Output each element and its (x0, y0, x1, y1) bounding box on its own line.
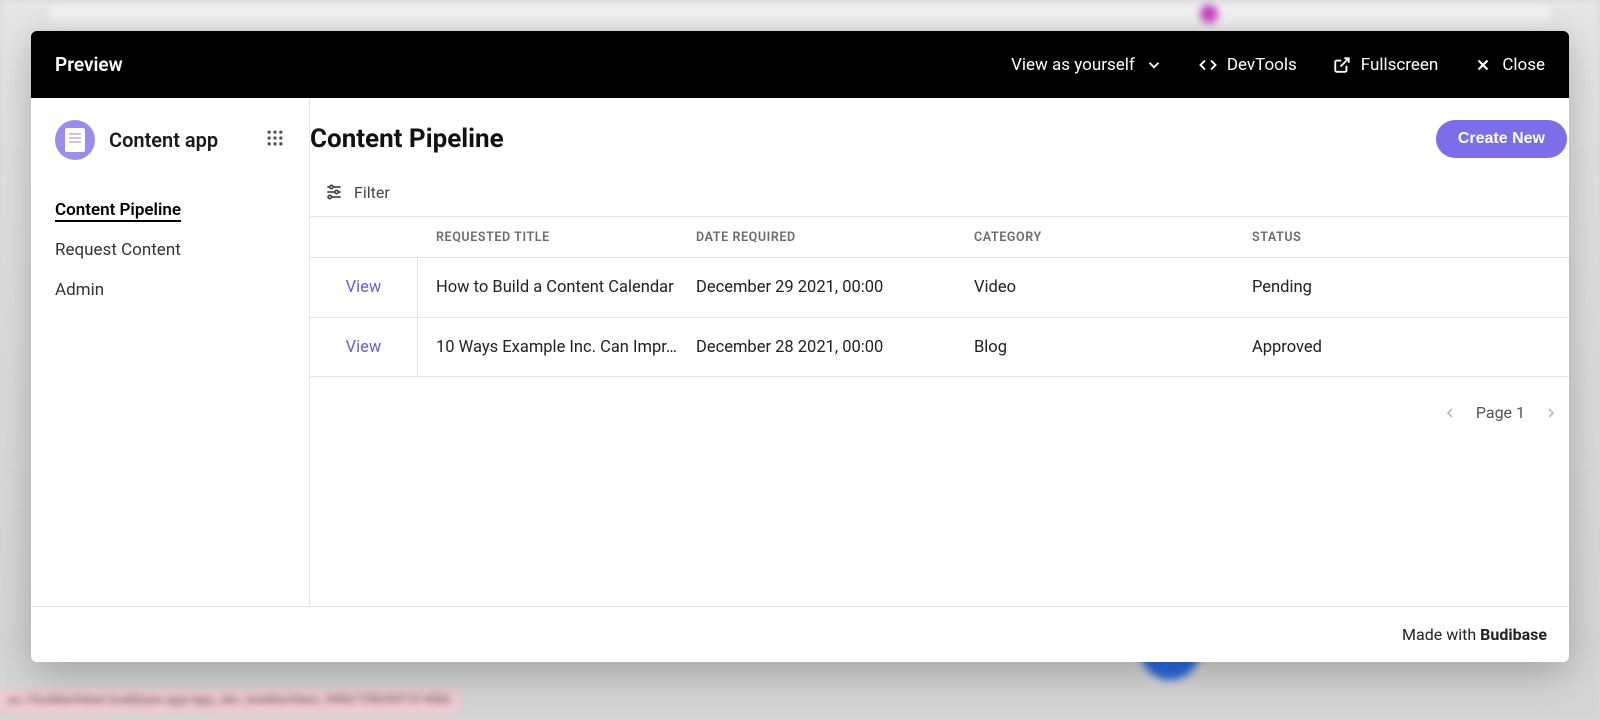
close-label: Close (1502, 55, 1545, 75)
filter-button[interactable]: Filter (310, 172, 1569, 216)
view-link[interactable]: View (346, 278, 382, 297)
devtools-button[interactable]: DevTools (1199, 55, 1297, 75)
cell-category: Video (974, 278, 1252, 297)
col-header-date: DATE REQUIRED (696, 230, 974, 245)
cell-status: Approved (1252, 338, 1569, 357)
sidebar: Content app Content Pipeline Request Con… (31, 98, 310, 606)
app-icon (55, 120, 95, 160)
sidebar-item-request-content[interactable]: Request Content (55, 230, 285, 270)
apps-grid-icon (265, 128, 285, 148)
fullscreen-label: Fullscreen (1361, 55, 1439, 75)
col-header-status: STATUS (1252, 230, 1569, 245)
page-title: Content Pipeline (310, 124, 504, 154)
page-label: Page 1 (1476, 403, 1525, 422)
cell-category: Blog (974, 338, 1252, 357)
create-new-button[interactable]: Create New (1436, 120, 1567, 158)
view-link[interactable]: View (346, 338, 382, 357)
cell-title: How to Build a Content Calendar (418, 278, 696, 297)
chevron-right-icon (1543, 405, 1559, 421)
preview-title: Preview (55, 53, 123, 76)
col-header-category: CATEGORY (974, 230, 1252, 245)
cell-date: December 29 2021, 00:00 (696, 278, 974, 297)
footer-prefix: Made with (1402, 625, 1476, 644)
code-icon (1199, 56, 1217, 74)
url-hint: ps://boldtechtest.budibase.app/app_dev_b… (0, 690, 460, 712)
preview-modal: Preview View as yourself DevTools Fullsc… (31, 31, 1569, 662)
footer: Made with Budibase (31, 606, 1569, 662)
table-row: View 10 Ways Example Inc. Can Impr… Dece… (310, 317, 1569, 377)
close-button[interactable]: Close (1474, 55, 1545, 75)
close-icon (1474, 56, 1492, 74)
app-name: Content app (109, 128, 218, 152)
table-row: View How to Build a Content Calendar Dec… (310, 257, 1569, 317)
sidebar-item-admin[interactable]: Admin (55, 270, 285, 310)
chevron-left-icon (1442, 405, 1458, 421)
filter-label: Filter (354, 183, 390, 202)
col-header-title: REQUESTED TITLE (418, 230, 696, 245)
chevron-down-icon (1145, 56, 1163, 74)
view-as-label: View as yourself (1011, 55, 1135, 75)
preview-header: Preview View as yourself DevTools Fullsc… (31, 31, 1569, 98)
apps-grid-button[interactable] (265, 128, 285, 152)
cell-date: December 28 2021, 00:00 (696, 338, 974, 357)
main-content: Content Pipeline Create New Filter REQUE… (310, 98, 1569, 606)
external-link-icon (1333, 56, 1351, 74)
sidebar-item-content-pipeline[interactable]: Content Pipeline (55, 190, 285, 230)
filter-icon (324, 182, 344, 202)
cell-title: 10 Ways Example Inc. Can Impr… (418, 338, 696, 357)
content-table: REQUESTED TITLE DATE REQUIRED CATEGORY S… (310, 216, 1569, 377)
view-as-dropdown[interactable]: View as yourself (1011, 55, 1163, 75)
fullscreen-button[interactable]: Fullscreen (1333, 55, 1439, 75)
footer-brand: Budibase (1480, 625, 1547, 644)
page-next-button[interactable] (1543, 405, 1559, 421)
pagination: Page 1 (310, 377, 1569, 448)
devtools-label: DevTools (1227, 55, 1297, 75)
cell-status: Pending (1252, 278, 1569, 297)
table-header-row: REQUESTED TITLE DATE REQUIRED CATEGORY S… (310, 217, 1569, 257)
page-prev-button[interactable] (1442, 405, 1458, 421)
